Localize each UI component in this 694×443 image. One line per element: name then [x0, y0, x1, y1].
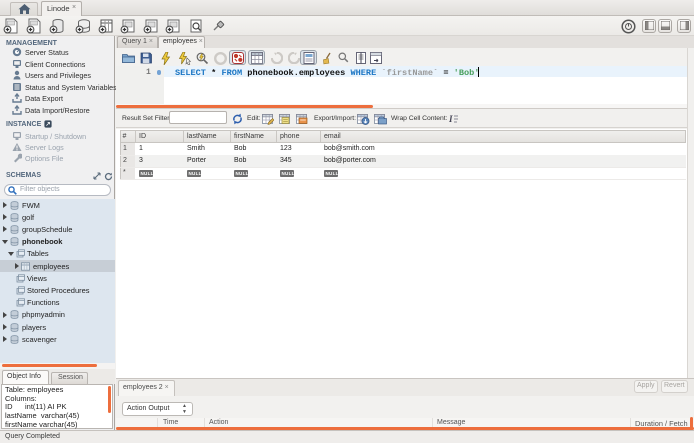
- svg-text:I: I: [449, 114, 453, 124]
